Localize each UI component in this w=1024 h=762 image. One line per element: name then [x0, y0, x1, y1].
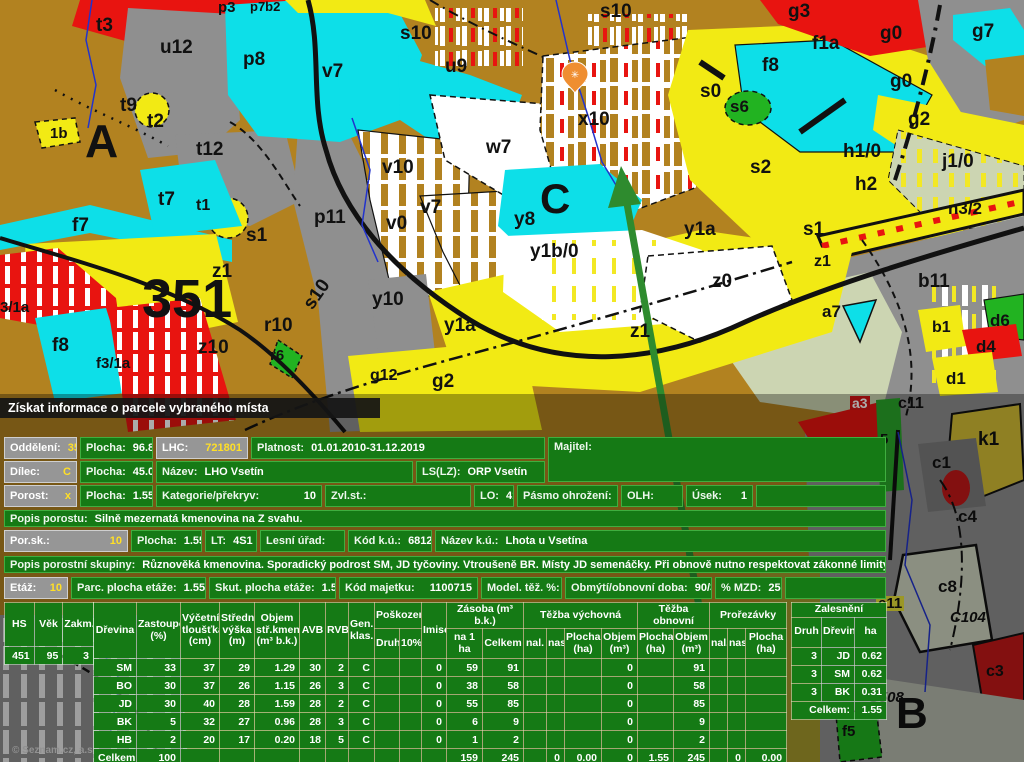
map-tooltip: Získat informace o parcele vybraného mís…: [0, 398, 380, 418]
panel-dim-overlay: [0, 394, 1024, 762]
svg-text:✳: ✳: [571, 70, 579, 81]
app-window: ✳ p3p7b2t3u12p8v7s10u9s10g3f1af8g0g7g0g2…: [0, 0, 1024, 762]
